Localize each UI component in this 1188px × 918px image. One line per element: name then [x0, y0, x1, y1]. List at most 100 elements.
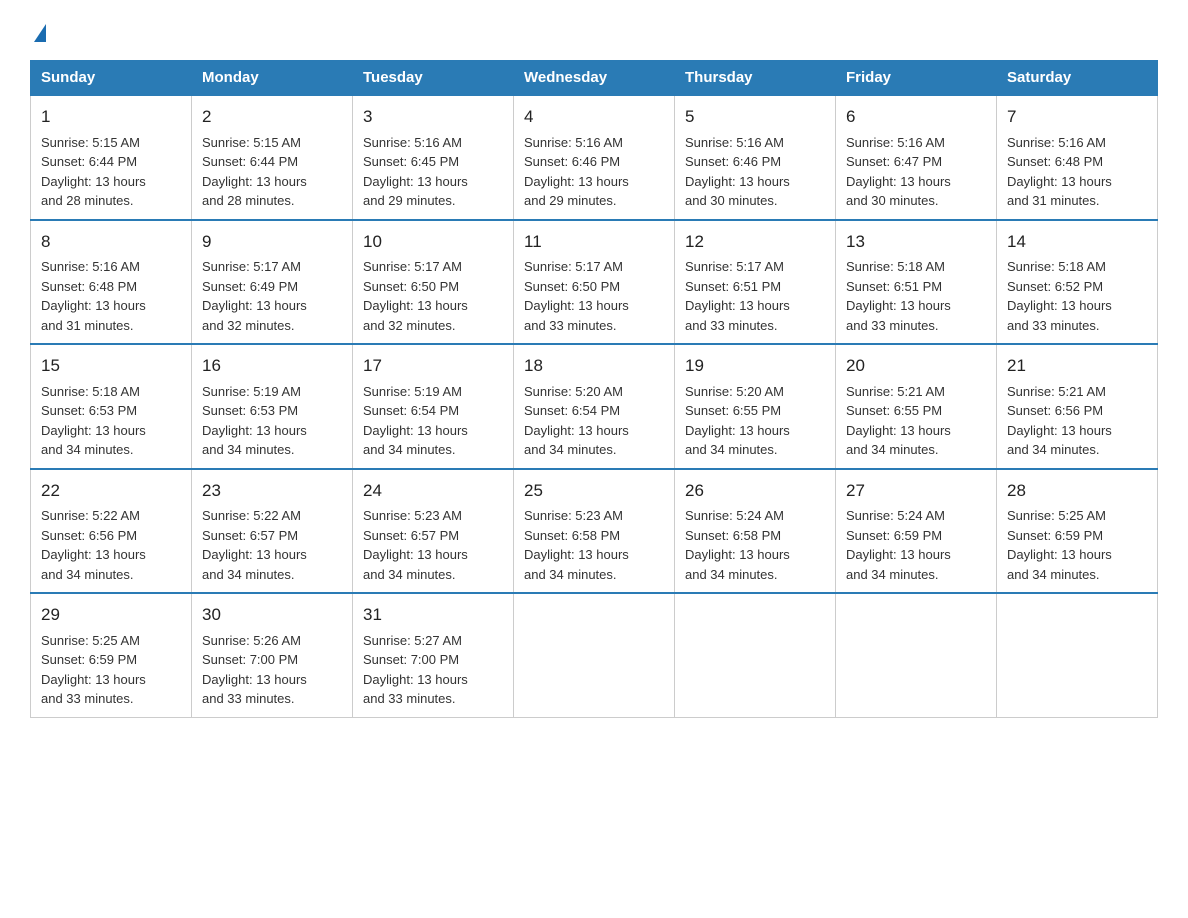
calendar-cell: 1 Sunrise: 5:15 AMSunset: 6:44 PMDaylight… — [31, 95, 192, 220]
day-info: Sunrise: 5:16 AMSunset: 6:46 PMDaylight:… — [685, 133, 825, 211]
calendar-cell: 25Sunrise: 5:23 AMSunset: 6:58 PMDayligh… — [514, 469, 675, 594]
day-info: Sunrise: 5:20 AMSunset: 6:55 PMDaylight:… — [685, 382, 825, 460]
day-number: 19 — [685, 353, 825, 379]
calendar-week-row: 29 Sunrise: 5:25 AMSunset: 6:59 PMDayligh… — [31, 593, 1158, 717]
day-info: Sunrise: 5:18 AMSunset: 6:52 PMDaylight:… — [1007, 257, 1147, 335]
calendar-cell: 2 Sunrise: 5:15 AMSunset: 6:44 PMDaylight… — [192, 95, 353, 220]
day-number: 9 — [202, 229, 342, 255]
day-info: Sunrise: 5:19 AMSunset: 6:54 PMDaylight:… — [363, 382, 503, 460]
day-number: 30 — [202, 602, 342, 628]
calendar-cell: 17 Sunrise: 5:19 AMSunset: 6:54 PMDayligh… — [353, 344, 514, 469]
day-info: Sunrise: 5:24 AMSunset: 6:58 PMDaylight:… — [685, 506, 825, 584]
calendar-cell: 27Sunrise: 5:24 AMSunset: 6:59 PMDayligh… — [836, 469, 997, 594]
day-info: Sunrise: 5:22 AMSunset: 6:57 PMDaylight:… — [202, 506, 342, 584]
day-info: Sunrise: 5:24 AMSunset: 6:59 PMDaylight:… — [846, 506, 986, 584]
day-info: Sunrise: 5:16 AMSunset: 6:48 PMDaylight:… — [1007, 133, 1147, 211]
day-number: 24 — [363, 478, 503, 504]
calendar-cell: 6 Sunrise: 5:16 AMSunset: 6:47 PMDaylight… — [836, 95, 997, 220]
day-info: Sunrise: 5:21 AMSunset: 6:56 PMDaylight:… — [1007, 382, 1147, 460]
day-number: 4 — [524, 104, 664, 130]
calendar-week-row: 8Sunrise: 5:16 AMSunset: 6:48 PMDaylight… — [31, 220, 1158, 345]
day-number: 22 — [41, 478, 181, 504]
day-info: Sunrise: 5:16 AMSunset: 6:47 PMDaylight:… — [846, 133, 986, 211]
calendar-week-row: 22Sunrise: 5:22 AMSunset: 6:56 PMDayligh… — [31, 469, 1158, 594]
day-number: 8 — [41, 229, 181, 255]
day-number: 7 — [1007, 104, 1147, 130]
day-number: 12 — [685, 229, 825, 255]
calendar-cell: 3 Sunrise: 5:16 AMSunset: 6:45 PMDaylight… — [353, 95, 514, 220]
day-info: Sunrise: 5:19 AMSunset: 6:53 PMDaylight:… — [202, 382, 342, 460]
day-info: Sunrise: 5:15 AMSunset: 6:44 PMDaylight:… — [41, 133, 181, 211]
calendar-week-row: 15 Sunrise: 5:18 AMSunset: 6:53 PMDayligh… — [31, 344, 1158, 469]
calendar-cell: 9Sunrise: 5:17 AMSunset: 6:49 PMDaylight… — [192, 220, 353, 345]
calendar-header-row: SundayMondayTuesdayWednesdayThursdayFrid… — [31, 61, 1158, 96]
day-info: Sunrise: 5:17 AMSunset: 6:50 PMDaylight:… — [363, 257, 503, 335]
day-number: 6 — [846, 104, 986, 130]
day-number: 23 — [202, 478, 342, 504]
day-info: Sunrise: 5:15 AMSunset: 6:44 PMDaylight:… — [202, 133, 342, 211]
calendar-cell: 29 Sunrise: 5:25 AMSunset: 6:59 PMDayligh… — [31, 593, 192, 717]
calendar-cell: 18 Sunrise: 5:20 AMSunset: 6:54 PMDayligh… — [514, 344, 675, 469]
calendar-cell — [675, 593, 836, 717]
day-number: 18 — [524, 353, 664, 379]
day-info: Sunrise: 5:22 AMSunset: 6:56 PMDaylight:… — [41, 506, 181, 584]
logo-triangle-icon — [34, 24, 46, 42]
calendar-cell: 22Sunrise: 5:22 AMSunset: 6:56 PMDayligh… — [31, 469, 192, 594]
calendar-cell: 16 Sunrise: 5:19 AMSunset: 6:53 PMDayligh… — [192, 344, 353, 469]
header-monday: Monday — [192, 61, 353, 96]
header-tuesday: Tuesday — [353, 61, 514, 96]
calendar-cell: 7 Sunrise: 5:16 AMSunset: 6:48 PMDaylight… — [997, 95, 1158, 220]
calendar-cell: 8Sunrise: 5:16 AMSunset: 6:48 PMDaylight… — [31, 220, 192, 345]
day-number: 3 — [363, 104, 503, 130]
calendar-cell: 5Sunrise: 5:16 AMSunset: 6:46 PMDaylight… — [675, 95, 836, 220]
day-number: 28 — [1007, 478, 1147, 504]
day-info: Sunrise: 5:18 AMSunset: 6:51 PMDaylight:… — [846, 257, 986, 335]
day-info: Sunrise: 5:26 AMSunset: 7:00 PMDaylight:… — [202, 631, 342, 709]
day-info: Sunrise: 5:18 AMSunset: 6:53 PMDaylight:… — [41, 382, 181, 460]
calendar-cell: 28Sunrise: 5:25 AMSunset: 6:59 PMDayligh… — [997, 469, 1158, 594]
day-info: Sunrise: 5:16 AMSunset: 6:45 PMDaylight:… — [363, 133, 503, 211]
day-number: 10 — [363, 229, 503, 255]
day-info: Sunrise: 5:27 AMSunset: 7:00 PMDaylight:… — [363, 631, 503, 709]
calendar-cell: 30 Sunrise: 5:26 AMSunset: 7:00 PMDayligh… — [192, 593, 353, 717]
calendar-cell: 19 Sunrise: 5:20 AMSunset: 6:55 PMDayligh… — [675, 344, 836, 469]
day-number: 1 — [41, 104, 181, 130]
calendar-cell: 15 Sunrise: 5:18 AMSunset: 6:53 PMDayligh… — [31, 344, 192, 469]
calendar-cell — [514, 593, 675, 717]
day-number: 14 — [1007, 229, 1147, 255]
day-info: Sunrise: 5:25 AMSunset: 6:59 PMDaylight:… — [1007, 506, 1147, 584]
calendar-cell: 21Sunrise: 5:21 AMSunset: 6:56 PMDayligh… — [997, 344, 1158, 469]
calendar-cell: 11Sunrise: 5:17 AMSunset: 6:50 PMDayligh… — [514, 220, 675, 345]
header-saturday: Saturday — [997, 61, 1158, 96]
day-info: Sunrise: 5:20 AMSunset: 6:54 PMDaylight:… — [524, 382, 664, 460]
day-number: 2 — [202, 104, 342, 130]
calendar-cell: 4 Sunrise: 5:16 AMSunset: 6:46 PMDaylight… — [514, 95, 675, 220]
calendar-cell — [836, 593, 997, 717]
day-info: Sunrise: 5:21 AMSunset: 6:55 PMDaylight:… — [846, 382, 986, 460]
day-number: 17 — [363, 353, 503, 379]
day-number: 11 — [524, 229, 664, 255]
calendar-cell — [997, 593, 1158, 717]
day-info: Sunrise: 5:25 AMSunset: 6:59 PMDaylight:… — [41, 631, 181, 709]
day-info: Sunrise: 5:17 AMSunset: 6:50 PMDaylight:… — [524, 257, 664, 335]
header-friday: Friday — [836, 61, 997, 96]
logo-blue-text — [30, 26, 46, 44]
day-info: Sunrise: 5:23 AMSunset: 6:57 PMDaylight:… — [363, 506, 503, 584]
calendar-cell: 20 Sunrise: 5:21 AMSunset: 6:55 PMDayligh… — [836, 344, 997, 469]
calendar-cell: 12Sunrise: 5:17 AMSunset: 6:51 PMDayligh… — [675, 220, 836, 345]
day-info: Sunrise: 5:23 AMSunset: 6:58 PMDaylight:… — [524, 506, 664, 584]
day-number: 20 — [846, 353, 986, 379]
calendar-cell: 24Sunrise: 5:23 AMSunset: 6:57 PMDayligh… — [353, 469, 514, 594]
day-number: 31 — [363, 602, 503, 628]
calendar-week-row: 1 Sunrise: 5:15 AMSunset: 6:44 PMDaylight… — [31, 95, 1158, 220]
day-info: Sunrise: 5:16 AMSunset: 6:48 PMDaylight:… — [41, 257, 181, 335]
header-sunday: Sunday — [31, 61, 192, 96]
day-number: 15 — [41, 353, 181, 379]
day-info: Sunrise: 5:16 AMSunset: 6:46 PMDaylight:… — [524, 133, 664, 211]
day-info: Sunrise: 5:17 AMSunset: 6:49 PMDaylight:… — [202, 257, 342, 335]
page-header — [30, 20, 1158, 44]
day-number: 16 — [202, 353, 342, 379]
calendar-cell: 26Sunrise: 5:24 AMSunset: 6:58 PMDayligh… — [675, 469, 836, 594]
day-number: 29 — [41, 602, 181, 628]
day-number: 25 — [524, 478, 664, 504]
